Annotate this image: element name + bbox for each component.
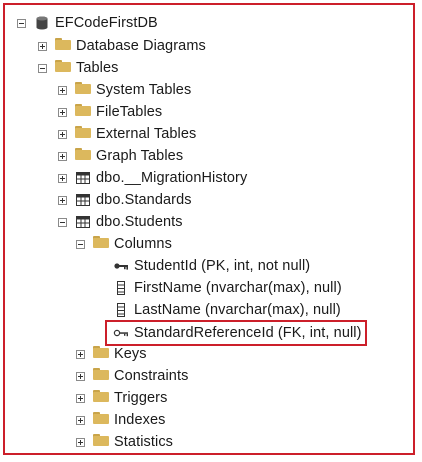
folder-icon <box>93 434 109 450</box>
folder-icon <box>93 368 109 384</box>
tree-node-label: Constraints <box>114 368 189 384</box>
tree-node-database[interactable]: EFCodeFirstDB <box>17 12 158 34</box>
expand-toggle-icon[interactable] <box>76 393 85 403</box>
folder-icon <box>93 390 109 406</box>
expand-toggle-icon[interactable] <box>76 371 85 381</box>
folder-icon <box>75 104 91 120</box>
tree-node-label: EFCodeFirstDB <box>55 15 158 31</box>
tree-node-keys[interactable]: Keys <box>76 343 147 365</box>
tree-node-constraints[interactable]: Constraints <box>76 365 188 387</box>
table-icon <box>75 170 91 186</box>
tree-node-column-last-name[interactable]: LastName (nvarchar(max), null) <box>96 299 341 321</box>
tree-node-label: dbo.Standards <box>96 192 192 208</box>
collapse-toggle-icon[interactable] <box>38 63 47 73</box>
tree-node-label: LastName (nvarchar(max), null) <box>134 302 341 318</box>
collapse-toggle-icon[interactable] <box>58 217 67 227</box>
tree-node-database-diagrams[interactable]: Database Diagrams <box>38 35 206 57</box>
folder-icon <box>93 412 109 428</box>
tree-node-statistics[interactable]: Statistics <box>76 431 173 453</box>
folder-icon <box>93 346 109 362</box>
tree-node-migration-history[interactable]: dbo.__MigrationHistory <box>58 167 247 189</box>
tree-node-label: System Tables <box>96 82 192 98</box>
tree-node-columns[interactable]: Columns <box>76 233 172 255</box>
column-icon <box>113 280 129 296</box>
primary-key-icon <box>113 258 129 274</box>
tree-node-system-tables[interactable]: System Tables <box>58 79 191 101</box>
expand-toggle-icon[interactable] <box>76 437 85 447</box>
folder-icon <box>75 148 91 164</box>
tree-node-column-student-id[interactable]: StudentId (PK, int, not null) <box>96 255 310 277</box>
tree-node-label: dbo.__MigrationHistory <box>96 170 248 186</box>
folder-icon <box>75 82 91 98</box>
folder-icon <box>75 126 91 142</box>
tree-node-tables[interactable]: Tables <box>38 57 119 79</box>
tree-node-label: dbo.Students <box>96 214 183 230</box>
expand-toggle-icon[interactable] <box>38 41 47 51</box>
tree-node-students[interactable]: dbo.Students <box>58 211 183 233</box>
expand-toggle-icon[interactable] <box>58 85 67 95</box>
tree-node-indexes[interactable]: Indexes <box>76 409 166 431</box>
expand-toggle-icon[interactable] <box>76 349 85 359</box>
tree-node-label: Keys <box>114 346 147 362</box>
tree-node-label: Indexes <box>114 412 166 428</box>
expand-toggle-icon[interactable] <box>58 151 67 161</box>
tree-node-label: FirstName (nvarchar(max), null) <box>134 280 342 296</box>
collapse-toggle-icon[interactable] <box>17 18 26 28</box>
tree-node-label: Tables <box>76 60 119 76</box>
column-icon <box>113 302 129 318</box>
tree-node-label: External Tables <box>96 126 197 142</box>
tree-node-label: Triggers <box>114 390 168 406</box>
tree-node-label: StudentId (PK, int, not null) <box>134 258 311 274</box>
folder-icon <box>55 38 71 54</box>
folder-icon <box>55 60 71 76</box>
object-explorer-tree: EFCodeFirstDB Database Diagrams Tables S… <box>0 0 422 462</box>
tree-node-standards[interactable]: dbo.Standards <box>58 189 192 211</box>
expand-toggle-icon[interactable] <box>58 107 67 117</box>
table-icon <box>75 192 91 208</box>
tree-node-graph-tables[interactable]: Graph Tables <box>58 145 183 167</box>
tree-node-column-first-name[interactable]: FirstName (nvarchar(max), null) <box>96 277 342 299</box>
folder-icon <box>93 236 109 252</box>
tree-node-triggers[interactable]: Triggers <box>76 387 167 409</box>
expand-toggle-icon[interactable] <box>58 173 67 183</box>
database-icon <box>34 15 50 31</box>
expand-toggle-icon[interactable] <box>76 415 85 425</box>
tree-node-label: Statistics <box>114 434 174 450</box>
selected-column-highlight <box>105 320 367 346</box>
tree-node-label: Database Diagrams <box>76 38 206 54</box>
tree-node-file-tables[interactable]: FileTables <box>58 101 162 123</box>
tree-node-label: Columns <box>114 236 172 252</box>
expand-toggle-icon[interactable] <box>58 129 67 139</box>
expand-toggle-icon[interactable] <box>58 195 67 205</box>
tree-node-external-tables[interactable]: External Tables <box>58 123 196 145</box>
collapse-toggle-icon[interactable] <box>76 239 85 249</box>
table-icon <box>75 214 91 230</box>
tree-node-label: FileTables <box>96 104 163 120</box>
tree-node-label: Graph Tables <box>96 148 184 164</box>
